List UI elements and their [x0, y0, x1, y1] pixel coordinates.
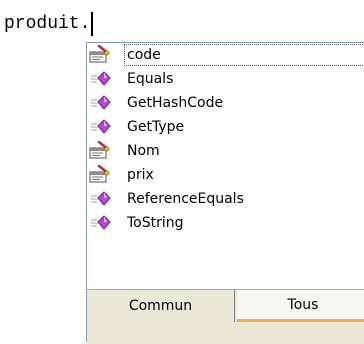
method-icon: [89, 213, 111, 233]
list-item-referenceequals[interactable]: ReferenceEquals: [87, 187, 364, 211]
list-item-tostring[interactable]: ToString: [87, 211, 364, 235]
list-item-label: ToString: [127, 215, 184, 231]
list-item-prix[interactable]: prix: [87, 163, 364, 187]
property-icon: [89, 44, 111, 65]
tab-commun[interactable]: Commun: [87, 290, 235, 322]
list-item-gettype[interactable]: GetType: [87, 115, 364, 139]
editor-text: produit.: [4, 14, 91, 34]
property-icon: [89, 140, 111, 161]
text-caret: [91, 12, 94, 36]
list-item-equals[interactable]: Equals: [87, 67, 364, 91]
tab-tous[interactable]: Tous: [237, 290, 364, 322]
list-item-label: prix: [127, 167, 154, 183]
code-editor-line[interactable]: produit.: [4, 12, 94, 36]
list-item-label: GetHashCode: [127, 95, 224, 111]
list-item-label: Nom: [127, 143, 160, 159]
intellisense-popup[interactable]: code Equals GetHashCode GetType Nom prix…: [86, 42, 364, 344]
list-item-label: GetType: [127, 119, 185, 135]
list-item-label: code: [124, 44, 364, 66]
list-item-label: ReferenceEquals: [127, 191, 244, 207]
method-icon: [89, 93, 111, 113]
method-icon: [89, 69, 111, 89]
property-icon: [89, 164, 111, 185]
member-list[interactable]: code Equals GetHashCode GetType Nom prix…: [87, 43, 364, 287]
list-item-gethashcode[interactable]: GetHashCode: [87, 91, 364, 115]
list-item-label: Equals: [127, 71, 174, 87]
method-icon: [89, 117, 111, 137]
method-icon: [89, 189, 111, 209]
list-item-code[interactable]: code: [87, 43, 364, 67]
list-item-nom[interactable]: Nom: [87, 139, 364, 163]
